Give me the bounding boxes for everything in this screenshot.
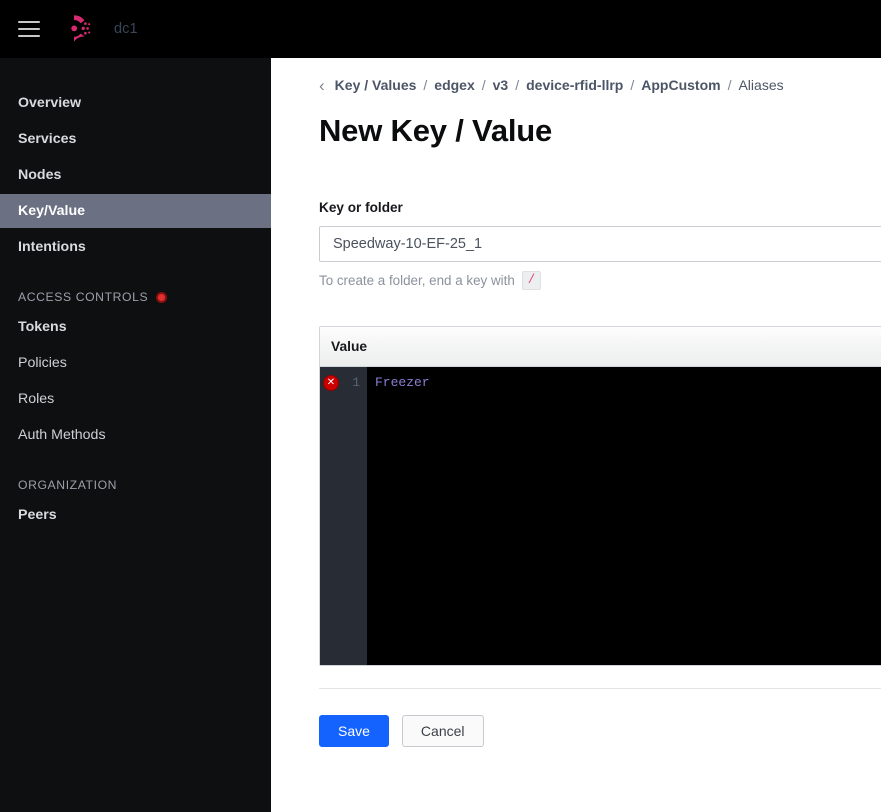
sidebar-item-tokens[interactable]: Tokens bbox=[0, 310, 271, 344]
sidebar: Overview Services Nodes Key/Value Intent… bbox=[0, 58, 271, 812]
sidebar-section-label: ACCESS CONTROLS bbox=[18, 290, 149, 304]
save-button[interactable]: Save bbox=[319, 715, 389, 747]
breadcrumb-separator: / bbox=[727, 77, 732, 93]
hamburger-bar bbox=[18, 28, 40, 30]
hamburger-icon[interactable] bbox=[18, 21, 40, 37]
sidebar-section-label: ORGANIZATION bbox=[18, 478, 118, 492]
line-number: 1 bbox=[352, 375, 360, 390]
breadcrumb-separator: / bbox=[423, 77, 428, 93]
consul-logo-icon[interactable] bbox=[58, 12, 92, 46]
form-divider bbox=[319, 688, 881, 689]
sidebar-item-key-value[interactable]: Key/Value bbox=[0, 194, 271, 228]
breadcrumb: ‹ Key / Values / edgex / v3 / device-rfi… bbox=[319, 74, 881, 96]
editor-line-1: ✕ 1 Freezer bbox=[320, 375, 881, 393]
cancel-button[interactable]: Cancel bbox=[401, 715, 484, 747]
sidebar-item-overview[interactable]: Overview bbox=[0, 86, 271, 120]
breadcrumb-item-appcustom[interactable]: AppCustom bbox=[641, 77, 720, 93]
hamburger-bar bbox=[18, 35, 40, 37]
sidebar-item-policies[interactable]: Policies bbox=[0, 346, 271, 380]
consul-logo-svg bbox=[60, 15, 91, 42]
sidebar-item-roles[interactable]: Roles bbox=[0, 382, 271, 416]
datacenter-selector[interactable]: dc1 bbox=[114, 21, 138, 37]
sidebar-item-intentions[interactable]: Intentions bbox=[0, 230, 271, 264]
key-or-folder-label: Key or folder bbox=[319, 200, 403, 215]
sidebar-section-access-controls: ACCESS CONTROLS bbox=[0, 284, 271, 310]
breadcrumb-item-v3[interactable]: v3 bbox=[493, 77, 509, 93]
page-title: New Key / Value bbox=[319, 113, 553, 148]
breadcrumb-item-edgex[interactable]: edgex bbox=[434, 77, 474, 93]
top-navigation-bar: dc1 bbox=[0, 0, 881, 58]
breadcrumb-separator: / bbox=[515, 77, 520, 93]
value-editor-header: Value bbox=[320, 327, 881, 367]
hamburger-bar bbox=[18, 21, 40, 23]
slash-code-badge: / bbox=[521, 271, 542, 290]
code-text: Freezer bbox=[375, 375, 430, 390]
red-dot-icon bbox=[156, 291, 168, 303]
breadcrumb-separator: / bbox=[481, 77, 486, 93]
sidebar-section-organization: ORGANIZATION bbox=[0, 472, 271, 498]
breadcrumb-item-device-rfid-llrp[interactable]: device-rfid-llrp bbox=[526, 77, 623, 93]
form-actions: Save Cancel bbox=[319, 715, 881, 747]
key-helper-prefix: To create a folder, end a key with bbox=[319, 273, 515, 288]
breadcrumb-item-aliases[interactable]: Aliases bbox=[738, 77, 783, 93]
chevron-left-icon[interactable]: ‹ bbox=[319, 77, 325, 94]
key-or-folder-input[interactable] bbox=[319, 226, 881, 262]
editor-gutter bbox=[320, 367, 367, 665]
breadcrumb-separator: / bbox=[630, 77, 635, 93]
breadcrumb-item-key-values[interactable]: Key / Values bbox=[335, 77, 417, 93]
main-content: ‹ Key / Values / edgex / v3 / device-rfi… bbox=[271, 58, 881, 812]
value-editor-body[interactable]: ✕ 1 Freezer bbox=[320, 367, 881, 665]
sidebar-item-nodes[interactable]: Nodes bbox=[0, 158, 271, 192]
sidebar-item-peers[interactable]: Peers bbox=[0, 498, 271, 532]
key-helper-text: To create a folder, end a key with / bbox=[319, 271, 881, 290]
sidebar-item-auth-methods[interactable]: Auth Methods bbox=[0, 418, 271, 452]
value-editor: Value ✕ 1 Freezer bbox=[319, 326, 881, 666]
sidebar-item-services[interactable]: Services bbox=[0, 122, 271, 156]
